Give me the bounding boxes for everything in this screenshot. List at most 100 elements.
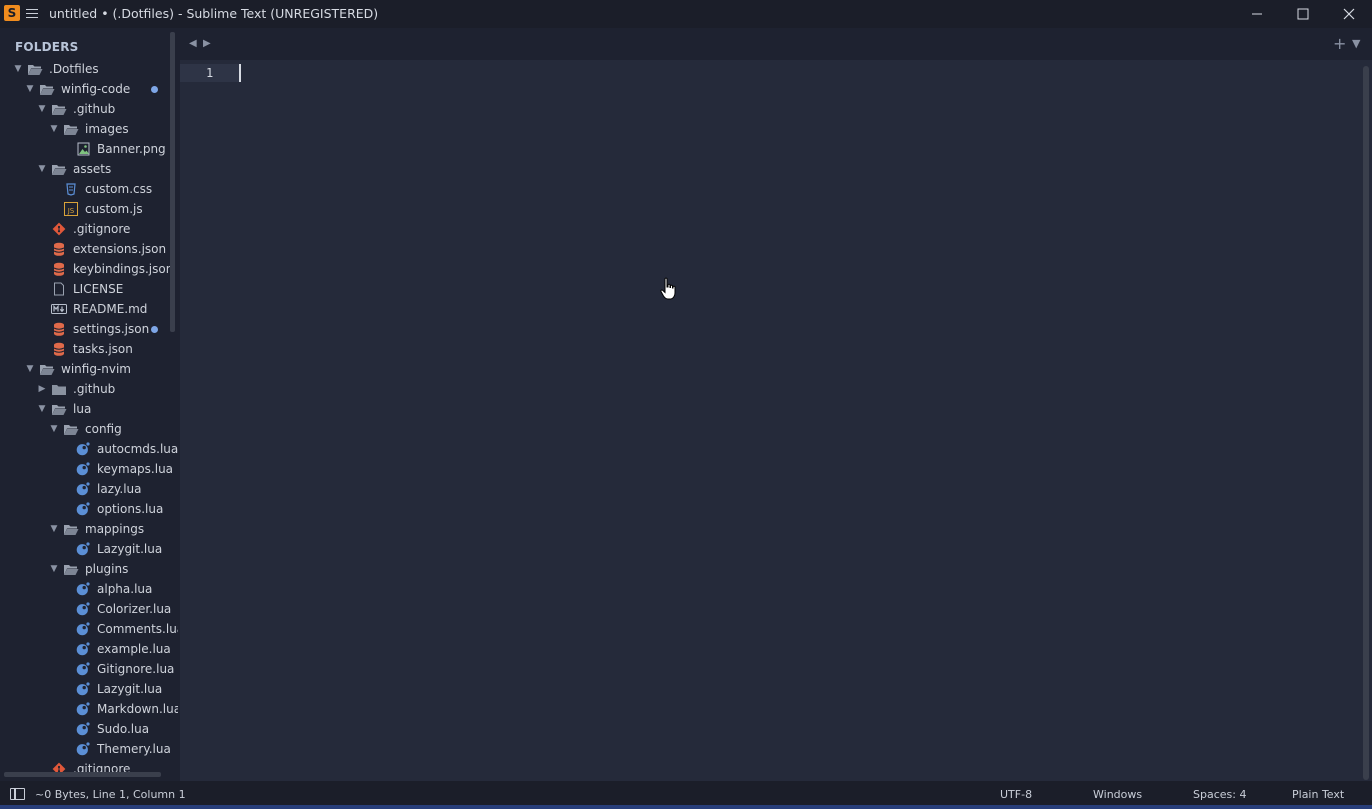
sidebar-file[interactable]: Comments.lua [60,619,178,639]
markdown-file-icon [51,302,67,316]
disclosure-expanded-icon[interactable]: ▼ [48,124,60,134]
hamburger-menu-icon[interactable] [26,6,38,20]
lua-file-icon [75,542,91,556]
sidebar: FOLDERS ▼ .Dotfiles ▼ winfig-code ▼ .github ▼ i… [0,28,178,781]
sidebar-file[interactable]: custom.css [48,179,152,199]
sidebar-file[interactable]: tasks.json [36,339,133,359]
sidebar-folder[interactable]: ▼ assets [36,159,112,179]
minimize-button[interactable] [1234,0,1280,28]
sidebar-file[interactable]: Gitignore.lua [60,659,174,679]
sidebar-file[interactable]: Themery.lua [60,739,171,759]
lua-file-icon [75,662,91,676]
sidebar-horizontal-scrollbar[interactable] [4,772,161,777]
sidebar-folder[interactable]: ▼ plugins [48,559,129,579]
lua-file-icon [75,682,91,696]
disclosure-expanded-icon[interactable]: ▼ [48,424,60,434]
status-syntax[interactable]: Plain Text [1292,788,1344,801]
editor-area: ◀ ▶ + ▼ 1 [180,28,1372,781]
sidebar-item-label: images [85,122,129,136]
lua-file-icon [75,442,91,456]
sidebar-folder[interactable]: ▼ winfig-code [24,79,131,99]
sidebar-file[interactable]: JS custom.js [48,199,143,219]
text-editor[interactable]: 1 [180,60,1372,781]
sidebar-file[interactable]: Markdown.lua [60,699,178,719]
sidebar-file[interactable]: Lazygit.lua [60,539,162,559]
sidebar-file[interactable]: alpha.lua [60,579,152,599]
json-file-icon [51,322,67,336]
sidebar-file[interactable]: example.lua [60,639,171,659]
sidebar-file[interactable]: keymaps.lua [60,459,173,479]
maximize-button[interactable] [1280,0,1326,28]
sidebar-item-label: Sudo.lua [97,722,150,736]
disclosure-expanded-icon[interactable]: ▼ [36,104,48,114]
nav-forward-icon[interactable]: ▶ [203,38,211,49]
status-indentation[interactable]: Spaces: 4 [1193,788,1246,801]
sidebar-vertical-scrollbar[interactable] [170,32,175,332]
modified-indicator-icon [151,326,158,333]
status-line-endings[interactable]: Windows [1093,788,1142,801]
sidebar-item-label: .gitignore [73,222,131,236]
sidebar-file[interactable]: Lazygit.lua [60,679,162,699]
disclosure-expanded-icon[interactable]: ▼ [24,364,36,374]
sidebar-folder[interactable]: ▼ images [48,119,129,139]
folder-open-icon [27,62,43,76]
sidebar-folder[interactable]: ▼ lua [36,399,92,419]
lua-file-icon [75,482,91,496]
sidebar-file[interactable]: options.lua [60,499,163,519]
nav-back-icon[interactable]: ◀ [189,38,197,49]
sidebar-folder[interactable]: ▶ .github [36,379,116,399]
sidebar-folder[interactable]: ▼ mappings [48,519,145,539]
line-number: 1 [206,66,214,80]
sidebar-item-label: LICENSE [73,282,124,296]
disclosure-expanded-icon[interactable]: ▼ [24,84,36,94]
sidebar-item-label: options.lua [97,502,164,516]
disclosure-expanded-icon[interactable]: ▼ [36,164,48,174]
disclosure-expanded-icon[interactable]: ▼ [48,524,60,534]
js-file-icon: JS [63,202,79,216]
sidebar-item-label: settings.json [73,322,150,336]
sidebar-item-label: lazy.lua [97,482,142,496]
sidebar-folder[interactable]: ▼ .github [36,99,116,119]
sidebar-file[interactable]: Banner.png [60,139,166,159]
sidebar-toggle-icon[interactable] [10,788,25,800]
sidebar-folder[interactable]: ▼ winfig-nvim [24,359,131,379]
status-encoding[interactable]: UTF-8 [1000,788,1032,801]
folder-open-icon [63,522,79,536]
tab-menu-icon[interactable]: ▼ [1352,37,1360,50]
sidebar-item-label: Markdown.lua [97,702,178,716]
new-tab-icon[interactable]: + [1333,34,1346,53]
folder-open-icon [51,162,67,176]
sidebar-folder[interactable]: ▼ .Dotfiles [12,59,99,79]
sidebar-file[interactable]: autocmds.lua [60,439,178,459]
sidebar-item-label: Lazygit.lua [97,542,163,556]
disclosure-expanded-icon[interactable]: ▼ [12,64,24,74]
folder-open-icon [51,102,67,116]
sidebar-file[interactable]: LICENSE [36,279,123,299]
editor-scrollbar[interactable] [1363,66,1369,780]
disclosure-expanded-icon[interactable]: ▼ [48,564,60,574]
sidebar-file[interactable]: .gitignore [36,219,130,239]
lua-file-icon [75,642,91,656]
json-file-icon [51,262,67,276]
sidebar-file[interactable]: keybindings.json [36,259,173,279]
folder-open-icon [39,82,55,96]
sidebar-item-label: keymaps.lua [97,462,174,476]
image-file-icon [75,142,91,156]
sidebar-item-label: example.lua [97,642,171,656]
sidebar-folder[interactable]: ▼ config [48,419,122,439]
sidebar-file[interactable]: lazy.lua [60,479,141,499]
sidebar-file[interactable]: Colorizer.lua [60,599,171,619]
sidebar-file[interactable]: Sudo.lua [60,719,149,739]
sidebar-file[interactable]: README.md [36,299,147,319]
sidebar-file[interactable]: settings.json [36,319,149,339]
lua-file-icon [75,582,91,596]
sidebar-file[interactable]: extensions.json [36,239,166,259]
sublime-logo-icon[interactable]: S [4,5,20,21]
close-icon [1343,8,1355,20]
disclosure-collapsed-icon[interactable]: ▶ [36,384,48,394]
sidebar-item-label: mappings [85,522,145,536]
disclosure-expanded-icon[interactable]: ▼ [36,404,48,414]
close-button[interactable] [1326,0,1372,28]
sidebar-item-label: Comments.lua [97,622,178,636]
folder-open-icon [39,362,55,376]
